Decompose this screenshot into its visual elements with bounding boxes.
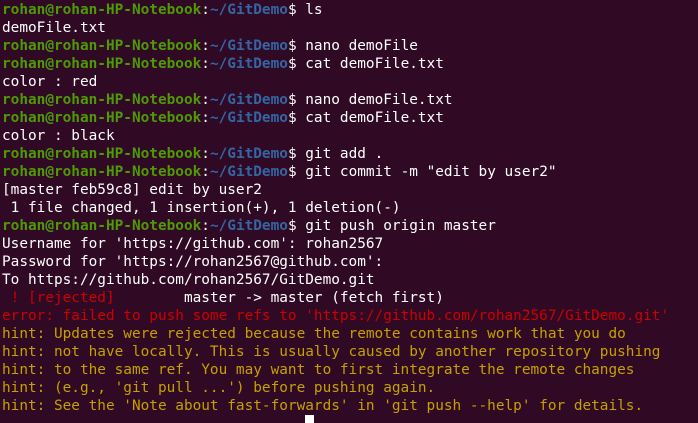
terminal-line: rohan@rohan-HP-Notebook:~/GitDemo$ nano … — [2, 37, 698, 55]
current-prompt-line[interactable]: rohan@rohan-HP-Notebook:~/GitDemo$ — [2, 415, 698, 423]
prompt-path: ~/GitDemo — [209, 38, 288, 54]
output-text: To https://github.com/rohan2567/GitDemo.… — [2, 272, 375, 288]
terminal-line: hint: Updates were rejected because the … — [2, 325, 698, 343]
prompt-colon: : — [201, 56, 210, 72]
prompt-user-host: rohan@rohan-HP-Notebook — [2, 218, 202, 234]
command-text: cat demoFile.txt — [296, 56, 444, 72]
hint-text: hint: (e.g., 'git pull ...') before push… — [2, 380, 436, 396]
prompt-dollar: $ — [287, 110, 297, 126]
prompt-user-host: rohan@rohan-HP-Notebook — [2, 146, 202, 162]
prompt-dollar: $ — [287, 38, 297, 54]
terminal-line: demoFile.txt — [2, 19, 698, 37]
prompt-path: ~/GitDemo — [209, 218, 288, 234]
terminal-line: error: failed to push some refs to 'http… — [2, 307, 698, 325]
terminal-line: Username for 'https://github.com': rohan… — [2, 235, 698, 253]
prompt-path: ~/GitDemo — [209, 146, 288, 162]
hint-text: hint: Updates were rejected because the … — [2, 326, 626, 342]
rejected-flag: ! [rejected] — [2, 290, 115, 306]
command-text: git add . — [296, 146, 384, 162]
prompt-path: ~/GitDemo — [209, 110, 288, 126]
terminal-line: rohan@rohan-HP-Notebook:~/GitDemo$ git a… — [2, 145, 698, 163]
prompt-user-host: rohan@rohan-HP-Notebook — [2, 2, 202, 18]
prompt-dollar: $ — [287, 146, 297, 162]
prompt-user-host: rohan@rohan-HP-Notebook — [2, 38, 202, 54]
terminal-line: hint: See the 'Note about fast-forwards'… — [2, 397, 698, 415]
terminal-line: hint: (e.g., 'git pull ...') before push… — [2, 379, 698, 397]
terminal-line: To https://github.com/rohan2567/GitDemo.… — [2, 271, 698, 289]
terminal-line: Password for 'https://rohan2567@github.c… — [2, 253, 698, 271]
output-text: [master feb59c8] edit by user2 — [2, 182, 262, 198]
prompt-dollar: $ — [287, 56, 297, 72]
prompt-colon: : — [201, 110, 210, 126]
terminal-line: [master feb59c8] edit by user2 — [2, 181, 698, 199]
prompt-user-host: rohan@rohan-HP-Notebook — [2, 164, 202, 180]
output-text: demoFile.txt — [2, 20, 106, 36]
terminal-window[interactable]: rohan@rohan-HP-Notebook:~/GitDemo$ ls dem… — [0, 0, 698, 423]
prompt-user-host: rohan@rohan-HP-Notebook — [2, 56, 202, 72]
command-text: nano demoFile — [296, 38, 418, 54]
terminal-line: hint: to the same ref. You may want to f… — [2, 361, 698, 379]
prompt-user-host: rohan@rohan-HP-Notebook — [2, 92, 202, 108]
terminal-line: rohan@rohan-HP-Notebook:~/GitDemo$ git c… — [2, 163, 698, 181]
output-text: color : black — [2, 128, 115, 144]
prompt-colon: : — [201, 92, 210, 108]
prompt-dollar: $ — [287, 2, 297, 18]
prompt-path: ~/GitDemo — [210, 416, 288, 423]
terminal-line: color : red — [2, 73, 698, 91]
output-text: color : red — [2, 74, 98, 90]
terminal-line: rohan@rohan-HP-Notebook:~/GitDemo$ cat d… — [2, 55, 698, 73]
terminal-line: ! [rejected] master -> master (fetch fir… — [2, 289, 698, 307]
terminal-line: 1 file changed, 1 insertion(+), 1 deleti… — [2, 199, 698, 217]
command-text: git push origin master — [296, 218, 496, 234]
prompt-user-host: rohan@rohan-HP-Notebook — [2, 416, 201, 423]
prompt-path: ~/GitDemo — [209, 92, 288, 108]
prompt-colon: : — [201, 2, 210, 18]
terminal-line: rohan@rohan-HP-Notebook:~/GitDemo$ nano … — [2, 91, 698, 109]
hint-text: hint: See the 'Note about fast-forwards'… — [2, 398, 644, 414]
hint-text: hint: to the same ref. You may want to f… — [2, 362, 635, 378]
terminal-line: rohan@rohan-HP-Notebook:~/GitDemo$ git p… — [2, 217, 698, 235]
hint-text: hint: not have locally. This is usually … — [2, 344, 661, 360]
output-text: 1 file changed, 1 insertion(+), 1 deleti… — [2, 200, 401, 216]
terminal-line: color : black — [2, 127, 698, 145]
command-text: cat demoFile.txt — [296, 110, 444, 126]
prompt-dollar: $ — [287, 218, 297, 234]
prompt-path: ~/GitDemo — [209, 164, 288, 180]
prompt-colon: : — [201, 218, 210, 234]
prompt-colon: : — [201, 146, 210, 162]
prompt-dollar: $ — [287, 164, 297, 180]
prompt-user-host: rohan@rohan-HP-Notebook — [2, 110, 202, 126]
prompt-dollar: $ — [287, 92, 297, 108]
error-text: error: failed to push some refs to 'http… — [2, 308, 670, 324]
command-text: git commit -m "edit by user2" — [296, 164, 557, 180]
prompt-path: ~/GitDemo — [209, 2, 288, 18]
text-cursor — [305, 415, 315, 423]
command-text: ls — [296, 2, 323, 18]
prompt-colon: : — [201, 164, 210, 180]
terminal-line: rohan@rohan-HP-Notebook:~/GitDemo$ ls — [2, 1, 698, 19]
prompt-colon: : — [201, 416, 210, 423]
command-text: nano demoFile.txt — [296, 92, 453, 108]
prompt-colon: : — [201, 38, 210, 54]
rejected-detail: master -> master (fetch first) — [114, 290, 444, 306]
terminal-line: rohan@rohan-HP-Notebook:~/GitDemo$ cat d… — [2, 109, 698, 127]
current-prompt: rohan@rohan-HP-Notebook:~/GitDemo$ — [2, 416, 297, 423]
output-text: Password for 'https://rohan2567@github.c… — [2, 254, 384, 270]
prompt-dollar: $ — [288, 416, 297, 423]
terminal-line: hint: not have locally. This is usually … — [2, 343, 698, 361]
output-text: Username for 'https://github.com': rohan… — [2, 236, 384, 252]
prompt-path: ~/GitDemo — [209, 56, 288, 72]
